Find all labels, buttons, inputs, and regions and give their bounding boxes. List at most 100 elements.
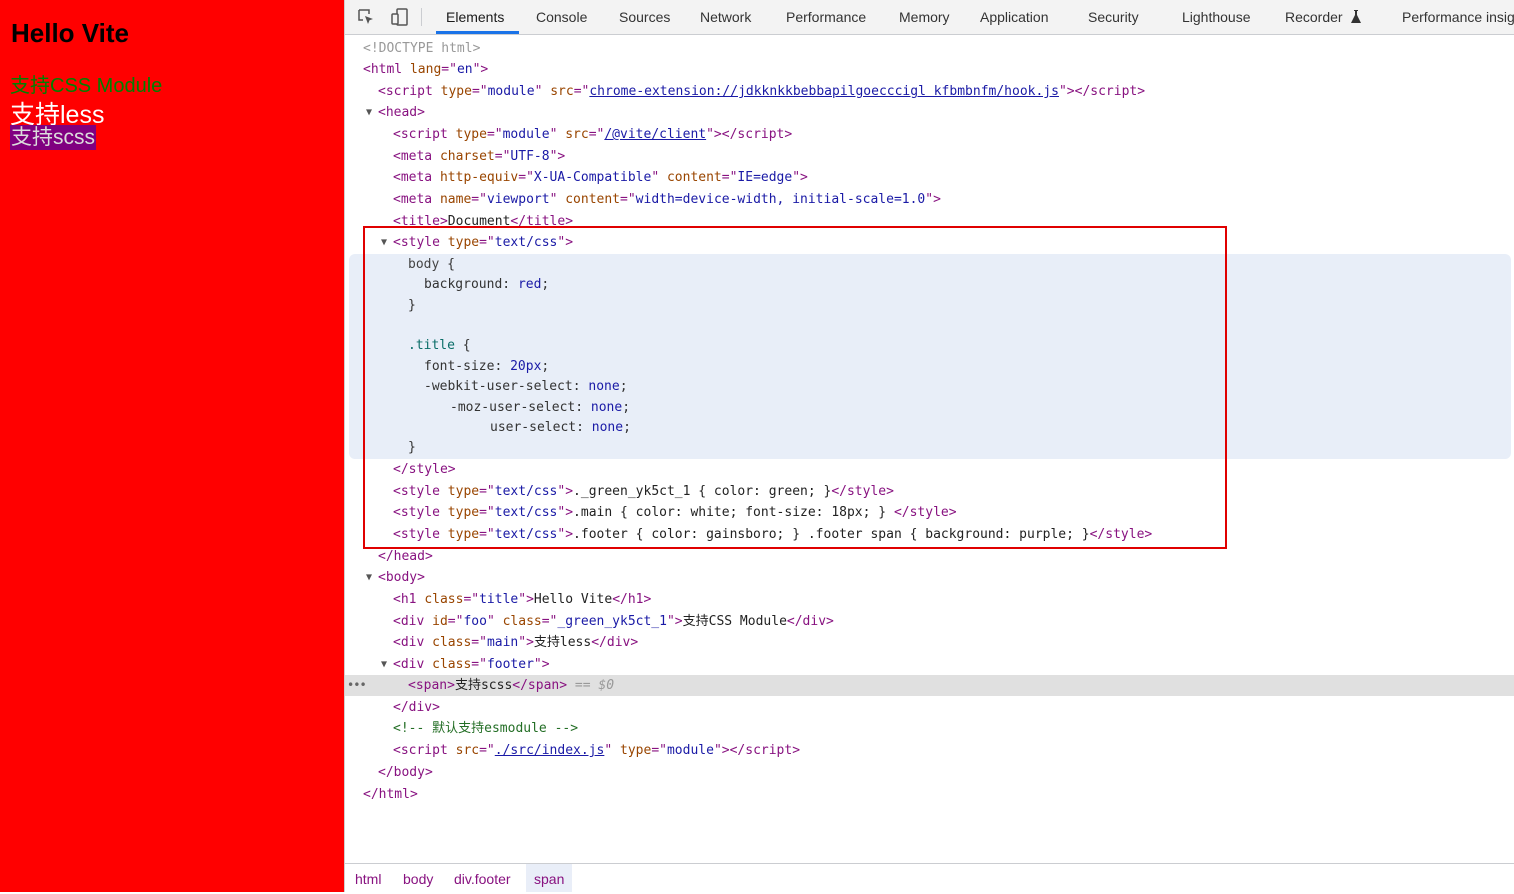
tab-sources[interactable]: Sources [619, 0, 670, 34]
body-expand-triangle[interactable]: ▼ [366, 568, 372, 588]
main-class-value: main [486, 635, 519, 650]
comment-node[interactable]: <!-- 默认支持esmodule --> [393, 719, 578, 739]
css-prop: -webkit-user-select [424, 379, 573, 394]
head-expand-triangle[interactable]: ▼ [366, 103, 372, 123]
hook-script-node[interactable]: <script type="module" src="chrome-extens… [378, 82, 1145, 102]
style-expand-triangle[interactable]: ▼ [381, 233, 387, 253]
tab-elements[interactable]: Elements [435, 0, 520, 34]
css-module-text: 支持CSS Module [10, 75, 163, 97]
flask-icon [1350, 2, 1362, 34]
css-body-selector: body [408, 257, 440, 272]
css-prop: user-select [490, 420, 577, 435]
meta-http-equiv-node[interactable]: <meta http-equiv="X-UA-Compatible" conte… [393, 168, 808, 188]
tab-recorder-label: Recorder [1285, 9, 1343, 25]
style-main-node[interactable]: <style type="text/css">.main { color: wh… [393, 503, 957, 523]
css-title-rule: .title { [408, 338, 471, 353]
script-type-value: module [666, 743, 714, 758]
css-font-size-decl: font-size: 20px; [424, 359, 550, 374]
device-toolbar-icon[interactable] [389, 7, 411, 27]
css-value: none [588, 379, 620, 394]
breadcrumb-html[interactable]: html [347, 864, 389, 892]
span-text: 支持scss [454, 678, 513, 693]
tab-security[interactable]: Security [1088, 0, 1139, 34]
scss-span-text: 支持scss [10, 125, 96, 150]
html-close-tag[interactable]: </html> [363, 785, 418, 805]
head-node[interactable]: <head> [378, 103, 425, 123]
doctype-node[interactable]: <!DOCTYPE html> [363, 39, 480, 59]
charset-value: UTF-8 [510, 149, 550, 164]
breadcrumb-div-footer[interactable]: div.footer [446, 864, 519, 892]
div-main-node[interactable]: <div class="main">支持less</div> [393, 633, 638, 653]
style-green-text: ._green_yk5ct_1 { color: green; } [573, 484, 832, 499]
title-text: Document [447, 214, 511, 229]
vite-client-link[interactable]: /@vite/client [604, 127, 706, 142]
body-node[interactable]: <body> [378, 568, 425, 588]
style-main-text: .main { color: white; font-size: 18px; } [573, 505, 887, 520]
style-type-value: text/css [494, 505, 558, 520]
tab-network[interactable]: Network [700, 0, 751, 34]
meta-charset-node[interactable]: <meta charset="UTF-8"> [393, 147, 565, 167]
tab-performance[interactable]: Performance [786, 0, 866, 34]
css-prop: font-size [424, 359, 495, 374]
vite-client-script-node[interactable]: <script type="module" src="/@vite/client… [393, 125, 792, 145]
foo-class-value: _green_yk5ct_1 [557, 614, 667, 629]
h1-class-value: title [479, 592, 519, 607]
style-close-tag[interactable]: </style> [393, 460, 456, 480]
css-prop: background [424, 277, 503, 292]
head-close-tag[interactable]: </head> [378, 547, 433, 567]
script-type-value: module [487, 84, 535, 99]
selected-marker: == $0 [574, 678, 615, 693]
footer-expand-triangle[interactable]: ▼ [381, 655, 387, 675]
css-prop: -moz-user-select [450, 400, 576, 415]
tab-console[interactable]: Console [536, 0, 587, 34]
css-body-rule: body { [408, 257, 455, 272]
style-green-node[interactable]: <style type="text/css">._green_yk5ct_1 {… [393, 482, 894, 502]
div-foo-node[interactable]: <div id="foo" class="_green_yk5ct_1">支持C… [393, 612, 834, 632]
http-equiv-content: IE=edge [737, 170, 793, 185]
hook-script-link[interactable]: chrome-extension://jdkknkkbebbapilgoeccc… [589, 84, 1059, 99]
css-webkit-decl: -webkit-user-select: none; [424, 379, 628, 394]
html-node[interactable]: <html lang="en"> [363, 60, 488, 80]
lang-attr: lang [409, 62, 442, 77]
breadcrumb-body[interactable]: body [395, 864, 441, 892]
style-footer-text: .footer { color: gainsboro; } .footer sp… [573, 527, 1090, 542]
foo-text: 支持CSS Module [682, 614, 787, 629]
div-footer-node[interactable]: <div class="footer"> [393, 655, 550, 675]
style-footer-node[interactable]: <style type="text/css">.footer { color: … [393, 525, 1152, 545]
style-node[interactable]: <style type="text/css"> [393, 233, 573, 253]
more-options-icon[interactable]: ••• [347, 675, 367, 695]
css-close-brace: } [408, 440, 416, 455]
css-value: none [590, 400, 623, 415]
devtools-tab-bar: Elements Console Sources Network Perform… [345, 0, 1514, 35]
style-type-value: text/css [494, 235, 558, 250]
h1-text: Hello Vite [533, 592, 613, 607]
body-close-tag[interactable]: </body> [378, 763, 433, 783]
breadcrumb-span[interactable]: span [526, 864, 573, 892]
title-node[interactable]: <title>Document</title> [393, 212, 573, 232]
css-value: 20px [510, 359, 542, 374]
comment-text: <!-- 默认支持esmodule --> [393, 721, 579, 736]
tab-application[interactable]: Application [980, 0, 1049, 34]
style-type-value: text/css [494, 527, 558, 542]
tab-performance-insights[interactable]: Performance insig [1402, 0, 1514, 34]
devtools-panel: Elements Console Sources Network Perform… [344, 0, 1514, 892]
span-node[interactable]: <span>支持scss</span> == $0 [408, 676, 614, 696]
doctype-text: <!DOCTYPE html> [363, 41, 481, 56]
page-preview: Hello Vite 支持CSS Module 支持less 支持scss [0, 0, 344, 892]
tab-recorder[interactable]: Recorder [1285, 0, 1362, 34]
index-script-node[interactable]: <script src="./src/index.js" type="modul… [393, 741, 800, 761]
main-text: 支持less [533, 635, 592, 650]
css-close-brace: } [408, 298, 416, 313]
inspect-element-icon[interactable] [355, 7, 377, 27]
meta-viewport-node[interactable]: <meta name="viewport" content="width=dev… [393, 190, 941, 210]
index-script-link[interactable]: ./src/index.js [495, 743, 605, 758]
div-close-tag[interactable]: </div> [393, 698, 440, 718]
http-equiv-value: X-UA-Compatible [533, 170, 652, 185]
css-background-decl: background: red; [424, 277, 550, 292]
tab-lighthouse[interactable]: Lighthouse [1182, 0, 1251, 34]
style-type-value: text/css [494, 484, 558, 499]
tab-memory[interactable]: Memory [899, 0, 950, 34]
css-value: red [517, 277, 542, 292]
h1-node[interactable]: <h1 class="title">Hello Vite</h1> [393, 590, 651, 610]
viewport-name-value: viewport [486, 192, 550, 207]
